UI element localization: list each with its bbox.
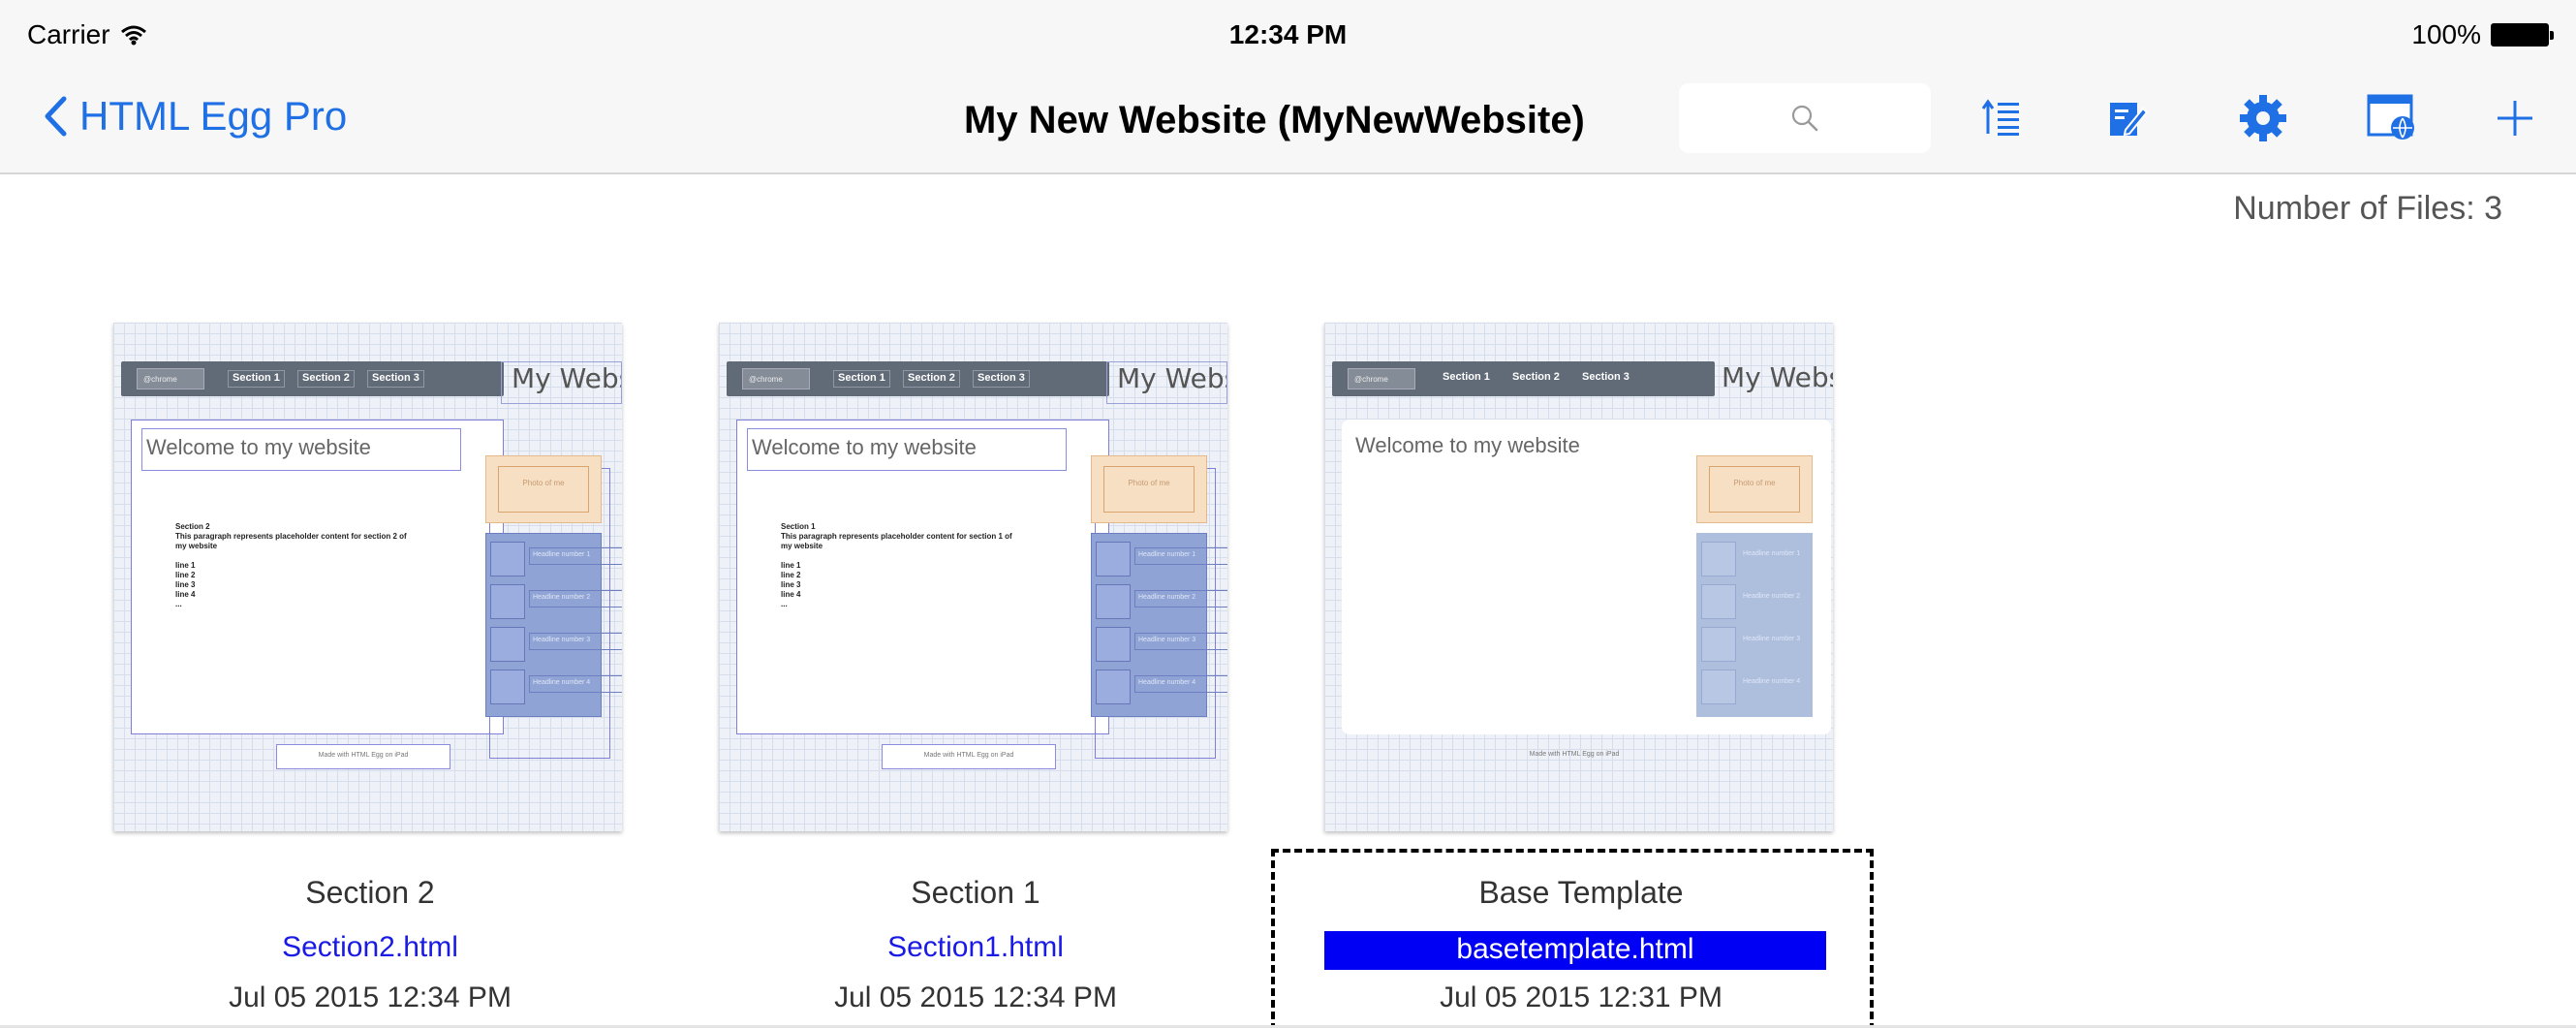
battery-indicator: 100% — [2411, 19, 2554, 50]
file-title: Section 2 — [305, 875, 435, 910]
thumb-welcome: Welcome to my website — [747, 428, 1067, 471]
preview-button[interactable] — [2364, 89, 2422, 147]
thumb-welcome: Welcome to my website — [1355, 433, 1580, 457]
add-button[interactable] — [2486, 89, 2544, 147]
thumb-photo: Photo of me — [485, 455, 602, 523]
back-button-label: HTML Egg Pro — [79, 93, 348, 139]
file-thumbnail[interactable]: @chrome Section 1 Section 2 Section 3 My… — [1324, 323, 1833, 831]
settings-button[interactable] — [2234, 89, 2292, 147]
thumb-footer: Made with HTML Egg on iPad — [276, 744, 450, 769]
status-bar: Carrier 12:34 PM 100% — [0, 0, 2576, 66]
edit-icon — [2110, 103, 2149, 137]
thumb-nav: @chrome Section 1 Section 2 Section 3 — [727, 361, 1109, 396]
search-field[interactable] — [1679, 83, 1931, 153]
thumb-section-link: Section 1 — [228, 370, 285, 388]
thumb-photo: Photo of me — [1091, 455, 1207, 523]
thumb-site-title: My Website — [1722, 361, 1833, 393]
file-date: Jul 05 2015 12:34 PM — [229, 981, 512, 1013]
browser-preview-icon — [2367, 94, 2414, 140]
gear-icon — [2240, 95, 2286, 141]
thumb-section-link: Section 3 — [1582, 371, 1629, 383]
thumb-section-link: Section 1 — [833, 370, 890, 388]
search-icon — [1791, 105, 1818, 132]
file-count-label: Number of Files: 3 — [2233, 190, 2502, 227]
file-date: Jul 05 2015 12:34 PM — [834, 981, 1117, 1013]
battery-percent: 100% — [2411, 19, 2481, 49]
file-name-link[interactable]: Section2.html — [113, 931, 627, 964]
thumb-logo: @chrome — [1348, 368, 1415, 389]
thumb-site-title: My Website — [1106, 361, 1227, 404]
thumb-section-link: Section 3 — [367, 370, 424, 388]
thumb-welcome: Welcome to my website — [141, 428, 461, 471]
thumb-nav: @chrome Section 1 Section 2 Section 3 — [1332, 361, 1715, 396]
thumb-section-link: Section 2 — [1512, 371, 1560, 383]
thumb-section-link: Section 1 — [1443, 371, 1490, 383]
thumb-logo: @chrome — [742, 368, 810, 389]
thumb-logo: @chrome — [137, 368, 204, 389]
thumb-nav: @chrome Section 1 Section 2 Section 3 — [121, 361, 504, 396]
thumb-footer: Made with HTML Egg on iPad — [882, 744, 1056, 769]
navigation-bar: HTML Egg Pro My New Website (MyNewWebsit… — [0, 66, 2576, 174]
sort-icon — [1981, 99, 2019, 136]
file-thumbnail[interactable]: @chrome Section 1 Section 2 Section 3 My… — [719, 323, 1227, 831]
back-button[interactable]: HTML Egg Pro — [43, 93, 347, 140]
file-thumbnail[interactable]: @chrome Section 1 Section 2 Section 3 My… — [113, 323, 622, 831]
file-title: Section 1 — [911, 875, 1040, 910]
thumb-headlines: Headline number 1 Headline number 2 Head… — [1696, 533, 1813, 717]
thumb-site-title: My Website — [501, 361, 622, 404]
thumb-headlines: Headline number 1 Headline number 2 Head… — [1091, 533, 1227, 717]
selection-outline — [1271, 849, 1874, 1028]
battery-icon — [2491, 23, 2554, 47]
file-name-link[interactable]: Section1.html — [719, 931, 1232, 964]
thumb-headlines: Headline number 1 Headline number 2 Head… — [485, 533, 622, 717]
thumb-body: Section 1 This paragraph represents plac… — [781, 522, 1012, 608]
thumb-section-link: Section 3 — [973, 370, 1030, 388]
thumb-body: Section 2 This paragraph represents plac… — [175, 522, 407, 608]
sort-button[interactable] — [1972, 89, 2031, 147]
thumb-photo: Photo of me — [1696, 455, 1813, 523]
thumb-section-link: Section 2 — [903, 370, 960, 388]
thumb-main: Welcome to my website Section 2 This par… — [131, 420, 504, 734]
page-title: My New Website (MyNewWebsite) — [964, 99, 1585, 141]
add-icon — [2498, 101, 2532, 136]
chevron-left-icon — [45, 96, 67, 137]
thumb-main: Welcome to my website Section 1 This par… — [736, 420, 1109, 734]
thumb-footer: Made with HTML Egg on iPad — [1529, 751, 1620, 758]
thumb-section-link: Section 2 — [297, 370, 355, 388]
status-time: 12:34 PM — [1228, 19, 1348, 49]
edit-button[interactable] — [2098, 89, 2157, 147]
